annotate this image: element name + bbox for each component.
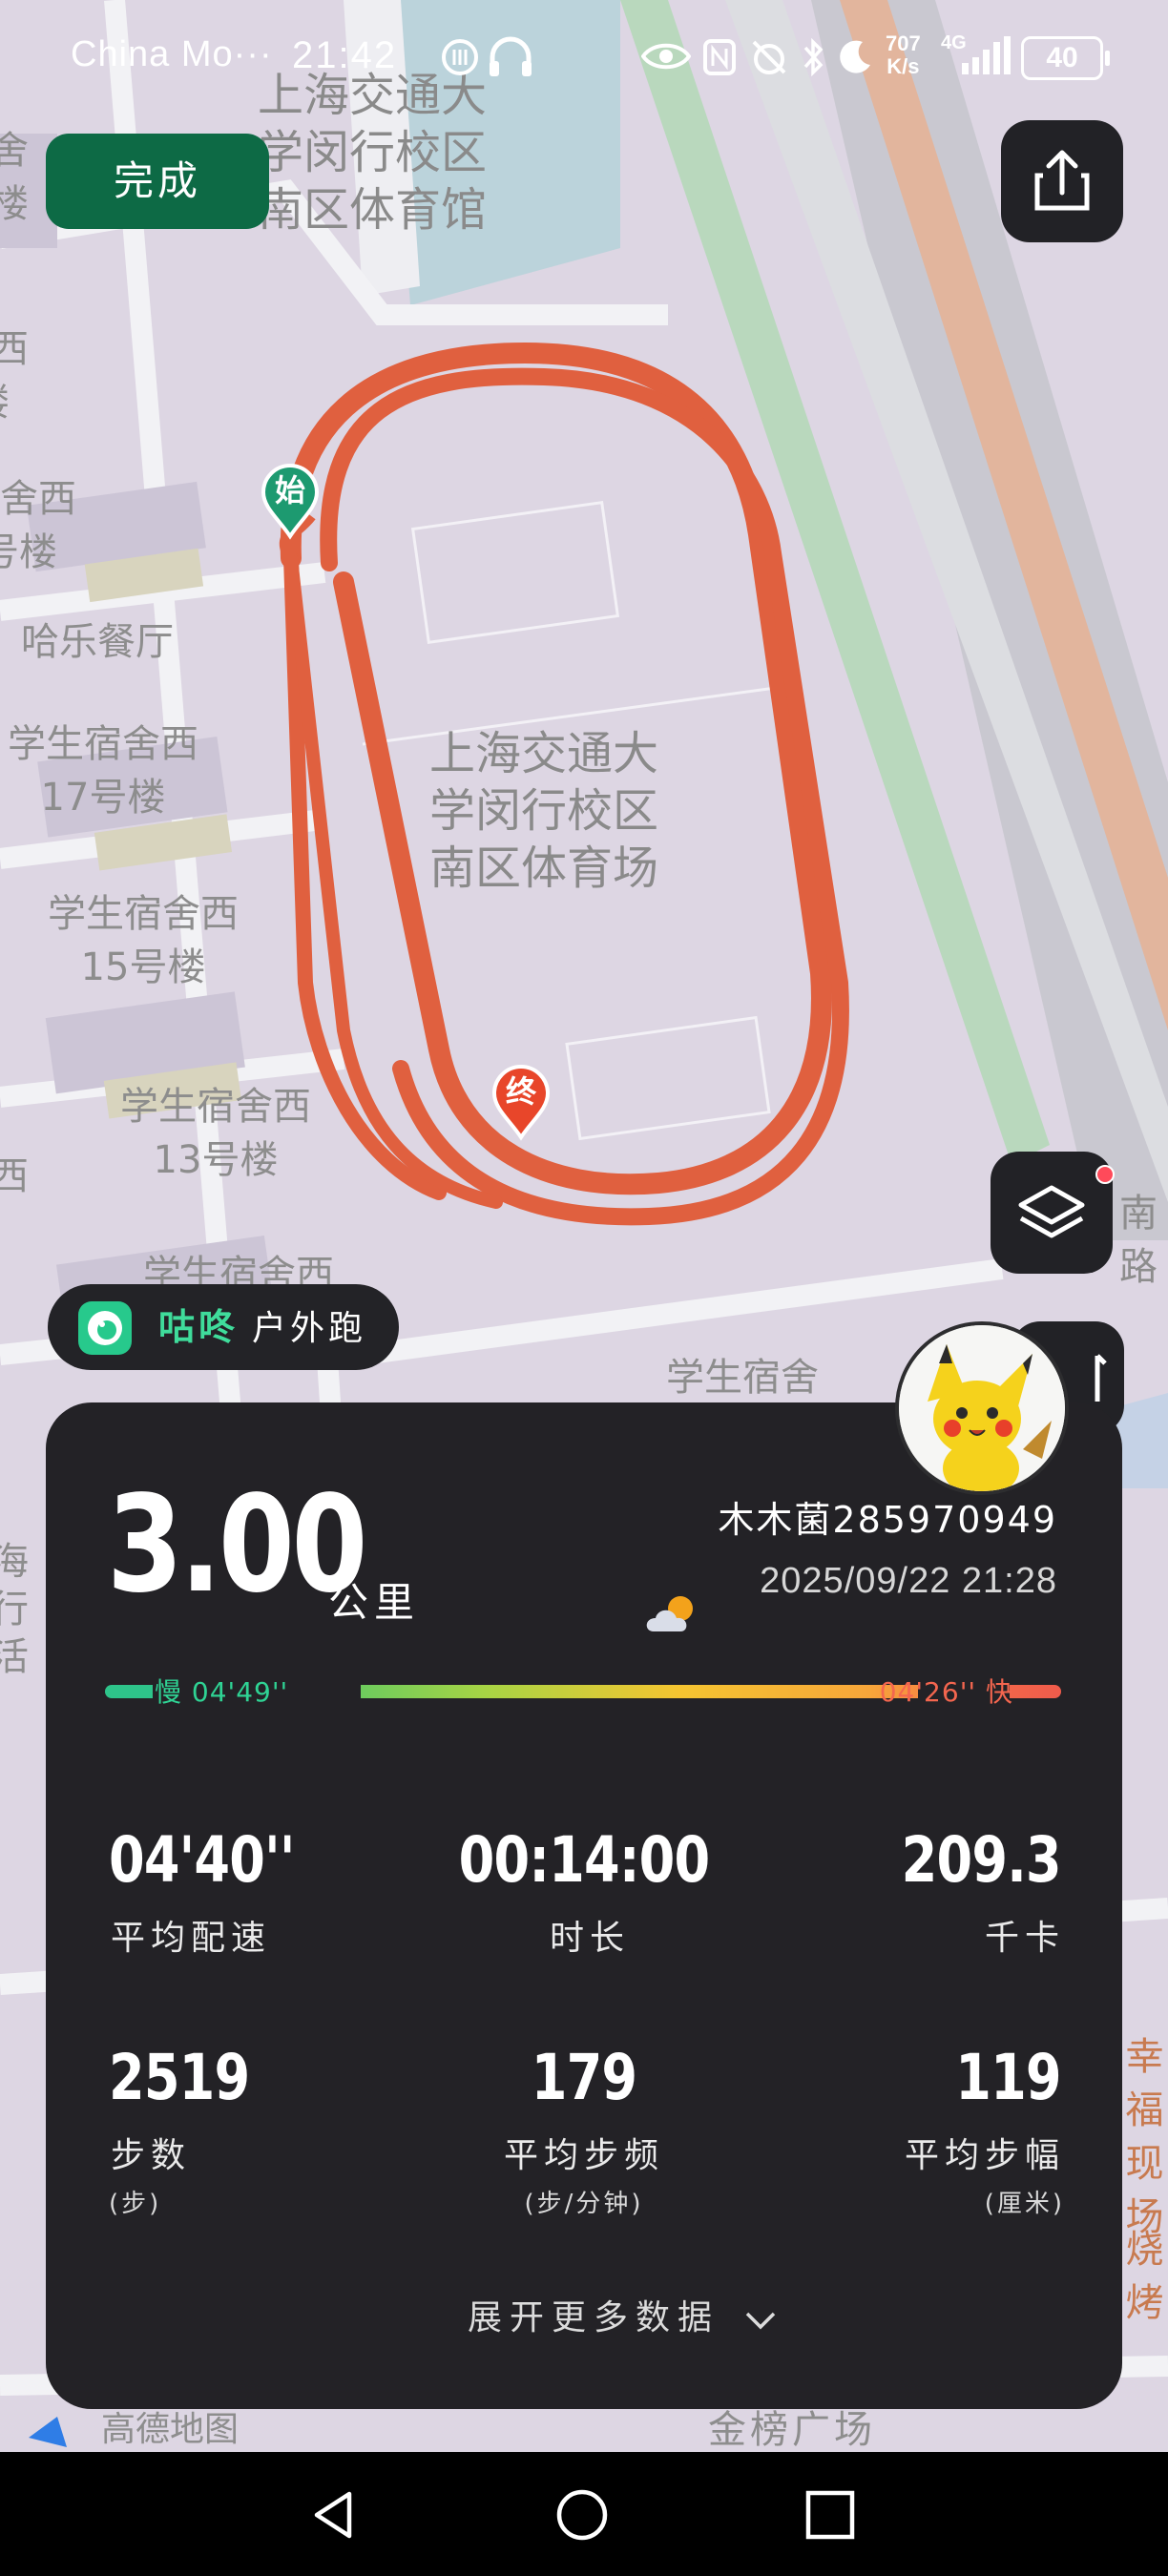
user-avatar[interactable] (895, 1321, 1069, 1495)
clock: 21:42 (292, 34, 398, 76)
layers-icon (1018, 1185, 1085, 1238)
status-bar: China Mo··· 21:42 707 K/s 4G 40 (0, 0, 1168, 114)
map-label-dorm-c: 宿舍 号楼 (0, 129, 29, 226)
sync-icon (442, 39, 478, 75)
map-label-dorm-15: 学生宿舍西 15号楼 (48, 892, 239, 989)
share-button[interactable] (1001, 120, 1123, 242)
stride-unit: (厘米) (984, 2190, 1065, 2218)
pikachu-avatar-icon (899, 1325, 1065, 1491)
codoon-bird-icon (88, 1311, 122, 1345)
map-label-stadium: 上海交通大 学闵行校区 南区体育场 (429, 727, 659, 895)
map-label-dorm: 学生宿舍 (666, 1356, 819, 1400)
start-marker: 始 (260, 464, 321, 540)
cadence-value: 179 (531, 2041, 637, 2114)
stride-value: 119 (955, 2041, 1061, 2114)
battery-level: 40 (1021, 36, 1110, 80)
nfc-icon (703, 39, 736, 75)
map-provider-label: 高德地图 (101, 2410, 240, 2449)
calories-value: 209.3 (901, 1823, 1062, 1897)
eye-icon (641, 43, 691, 70)
weather-indicator (642, 1593, 701, 1641)
share-icon (1034, 150, 1090, 211)
expand-more-button[interactable]: 展开更多数据 (468, 2290, 778, 2339)
map-label-dorm-17: 学生宿舍西 17号楼 (8, 722, 198, 820)
end-marker: 终 (490, 1065, 552, 1141)
map-label-restaurant: 哈乐餐厅 (21, 620, 174, 664)
username: 木木菌285970949 (718, 1499, 1057, 1541)
codoon-logo-icon (78, 1301, 132, 1355)
home-icon[interactable] (553, 2486, 611, 2544)
calories-label: 千卡 (984, 1919, 1065, 1958)
map-label-left-edge: 海 行 活 (0, 1540, 29, 1679)
map-label-plaza: 金榜广场 (708, 2408, 876, 2452)
map-label-road-south: 南路 (1119, 1192, 1158, 1289)
end-marker-label: 终 (505, 1073, 536, 1110)
app-name: 咕咚 (158, 1306, 240, 1348)
network-speed: 707 K/s (886, 32, 921, 78)
activity-type: 户外跑 (252, 1309, 367, 1348)
pace-slowest: 慢 04'49'' (155, 1676, 289, 1708)
pace-fastest: 04'26'' 快 (879, 1676, 1013, 1708)
map-bottom-strip: 高德地图 金榜广场 (0, 2409, 1168, 2452)
map-label-bbq: 烧烤 (1125, 2228, 1164, 2325)
cadence-unit: (步/分钟) (524, 2190, 644, 2218)
map-label-xingfu: 幸福 现场 (1125, 2035, 1164, 2239)
chevron-down-icon (746, 2312, 776, 2330)
map-layers-button[interactable] (991, 1152, 1115, 1274)
duration-value: 00:14:00 (458, 1823, 710, 1897)
workout-summary-card: 3.00 公里 木木菌285970949 2025/09/22 21:28 慢 … (46, 1402, 1122, 2409)
carrier-name: China Mo··· (71, 34, 273, 74)
expand-more-label: 展开更多数据 (468, 2298, 720, 2337)
bluetooth-icon (803, 38, 824, 76)
signal-icon (962, 36, 1011, 74)
distance-unit: 公里 (328, 1579, 421, 1626)
map-label-dorm-b: 舍西 楼 (0, 327, 29, 425)
done-button[interactable]: 完成 (46, 134, 269, 229)
network-speed-value: 707 (886, 31, 921, 55)
start-marker-label: 始 (274, 472, 305, 509)
duration-label: 时长 (549, 1919, 630, 1958)
map-label-west: 西 (0, 1154, 29, 1198)
map-label-dorm-a: 宿舍西 号楼 (0, 477, 76, 574)
headphones-icon (490, 36, 532, 76)
recents-icon[interactable] (803, 2488, 857, 2542)
back-icon[interactable] (305, 2486, 363, 2544)
distance-value: 3.00 (107, 1467, 367, 1623)
partly-cloudy-night-icon (646, 1596, 693, 1631)
network-speed-unit: K/s (886, 54, 920, 78)
system-navigation-bar (0, 2452, 1168, 2576)
moon-icon (840, 40, 870, 73)
map-label-dorm-13: 学生宿舍西 13号楼 (120, 1085, 311, 1182)
app-badge: 咕咚 户外跑 (48, 1284, 399, 1370)
workout-datetime: 2025/09/22 21:28 (760, 1561, 1057, 1601)
alarm-off-icon (752, 40, 786, 74)
stride-label: 平均步幅 (904, 2136, 1065, 2175)
notification-dot (1095, 1165, 1115, 1184)
